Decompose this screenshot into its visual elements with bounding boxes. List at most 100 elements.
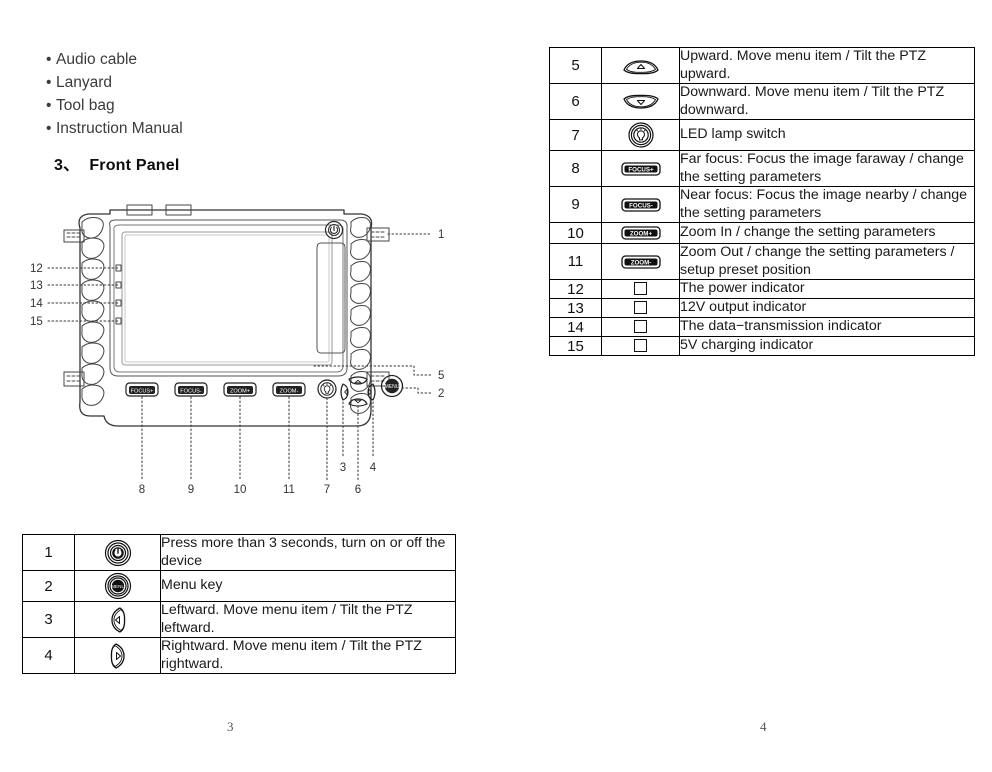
table-row: 8 FOCUS+ Far focus: Focus the image fara… <box>549 150 975 187</box>
row-number: 8 <box>549 150 602 187</box>
row-description: The power indicator <box>679 279 975 299</box>
table-row: 9 FOCUS- Near focus: Focus the image nea… <box>549 186 975 223</box>
svg-text:15: 15 <box>30 316 43 328</box>
bullet-dot-icon: • <box>46 120 52 137</box>
page-title-number: 3、 <box>54 157 80 174</box>
table-row: 15 5V charging indicator <box>549 336 975 356</box>
row-description: Leftward. Move menu item / Tilt the PTZ … <box>160 601 456 638</box>
up-arrow-key-icon <box>601 47 680 84</box>
bullet-dot-icon: • <box>46 74 52 91</box>
row-number: 15 <box>549 336 602 356</box>
left-arrow-key-icon <box>74 601 161 638</box>
page-title: 3、 Front Panel <box>54 151 180 175</box>
menu-button-icon: MENU <box>74 570 161 602</box>
row-description: Near focus: Focus the image nearby / cha… <box>679 186 975 223</box>
zoom-minus-button-icon: ZOOM- <box>601 243 680 280</box>
indicator-square-glyph <box>634 339 647 353</box>
table-row: 12 The power indicator <box>549 279 975 299</box>
row-number: 10 <box>549 222 602 244</box>
indicator-square-glyph <box>634 320 647 334</box>
row-description: Downward. Move menu item / Tilt the PTZ … <box>679 83 975 120</box>
row-number: 7 <box>549 119 602 151</box>
row-number: 13 <box>549 298 602 318</box>
list-item: • Tool bag <box>46 94 346 117</box>
row-number: 4 <box>22 637 75 674</box>
table-row: 11 ZOOM- Zoom Out / change the setting p… <box>549 243 975 280</box>
row-description: Far focus: Focus the image faraway / cha… <box>679 150 975 187</box>
front-panel-table-right: 5 Upward. Move menu item / Tilt the PTZ … <box>549 47 975 356</box>
svg-text:FOCUS+: FOCUS+ <box>131 389 154 395</box>
row-description: The data−transmission indicator <box>679 317 975 337</box>
row-description: Rightward. Move menu item / Tilt the PTZ… <box>160 637 456 674</box>
row-number: 1 <box>22 534 75 571</box>
svg-text:12: 12 <box>30 263 43 275</box>
list-item: • Audio cable <box>46 48 346 71</box>
indicator-square-glyph <box>634 282 647 296</box>
table-row: 3 Leftward. Move menu item / Tilt the PT… <box>22 601 456 638</box>
svg-text:2: 2 <box>438 388 444 400</box>
svg-text:7: 7 <box>324 484 330 496</box>
indicator-square-icon <box>601 279 680 299</box>
bullet-dot-icon: • <box>46 97 52 114</box>
row-number: 14 <box>549 317 602 337</box>
svg-text:ZOOM-: ZOOM- <box>280 389 299 395</box>
indicator-square-icon <box>601 336 680 356</box>
list-item-label: Instruction Manual <box>56 120 183 137</box>
row-number: 3 <box>22 601 75 638</box>
svg-text:MENU: MENU <box>385 384 400 390</box>
focus-plus-button-icon: FOCUS+ <box>601 150 680 187</box>
power-button-icon <box>74 534 161 571</box>
svg-text:10: 10 <box>234 484 247 496</box>
down-arrow-key-icon <box>601 83 680 120</box>
svg-text:ZOOM+: ZOOM+ <box>629 230 652 237</box>
svg-text:ZOOM-: ZOOM- <box>630 259 651 266</box>
table-row: 13 12V output indicator <box>549 298 975 318</box>
focus-minus-button-icon: FOCUS- <box>601 186 680 223</box>
row-description: 5V charging indicator <box>679 336 975 356</box>
indicator-square-icon <box>601 298 680 318</box>
table-row: 14 The data−transmission indicator <box>549 317 975 337</box>
right-arrow-key-icon <box>74 637 161 674</box>
page-number-left: 3 <box>227 719 234 734</box>
list-item-label: Lanyard <box>56 74 113 91</box>
svg-text:FOCUS+: FOCUS+ <box>628 166 654 173</box>
indicator-square-glyph <box>634 301 647 315</box>
svg-text:11: 11 <box>283 484 295 496</box>
accessories-list: • Audio cable • Lanyard • Tool bag • Instruc… <box>46 48 346 140</box>
row-description: 12V output indicator <box>679 298 975 318</box>
list-item-label: Audio cable <box>56 51 138 68</box>
svg-text:FOCUS-: FOCUS- <box>629 202 653 209</box>
svg-text:4: 4 <box>370 462 377 474</box>
row-number: 5 <box>549 47 602 84</box>
row-description: Zoom In / change the setting parameters <box>679 222 975 244</box>
svg-text:6: 6 <box>355 484 361 496</box>
zoom-plus-button-icon: ZOOM+ <box>601 222 680 244</box>
list-item: • Lanyard <box>46 71 346 94</box>
svg-text:8: 8 <box>139 484 145 496</box>
led-lamp-button-icon <box>601 119 680 151</box>
table-row: 7 LED lamp switch <box>549 119 975 151</box>
front-panel-table-left: 1 Press more than 3 seconds, turn on or … <box>22 534 456 674</box>
svg-text:14: 14 <box>30 298 43 310</box>
svg-text:ZOOM+: ZOOM+ <box>230 389 250 395</box>
svg-text:13: 13 <box>30 280 43 292</box>
row-description: Upward. Move menu item / Tilt the PTZ up… <box>679 47 975 84</box>
row-number: 11 <box>549 243 602 280</box>
table-row: 6 Downward. Move menu item / Tilt the PT… <box>549 83 975 120</box>
svg-text:MENU: MENU <box>111 584 125 589</box>
svg-text:FOCUS-: FOCUS- <box>180 389 202 395</box>
svg-text:1: 1 <box>438 229 444 241</box>
row-description: Press more than 3 seconds, turn on or of… <box>160 534 456 571</box>
page-number-right: 4 <box>760 719 767 734</box>
svg-text:3: 3 <box>340 462 346 474</box>
svg-text:9: 9 <box>188 484 194 496</box>
table-row: 1 Press more than 3 seconds, turn on or … <box>22 534 456 571</box>
indicator-square-icon <box>601 317 680 337</box>
list-item-label: Tool bag <box>56 97 115 114</box>
list-item: • Instruction Manual <box>46 117 346 140</box>
page-title-text: Front Panel <box>89 157 180 174</box>
svg-text:5: 5 <box>438 370 444 382</box>
row-description: Zoom Out / change the setting parameters… <box>679 243 975 280</box>
row-description: Menu key <box>160 570 456 602</box>
row-number: 2 <box>22 570 75 602</box>
